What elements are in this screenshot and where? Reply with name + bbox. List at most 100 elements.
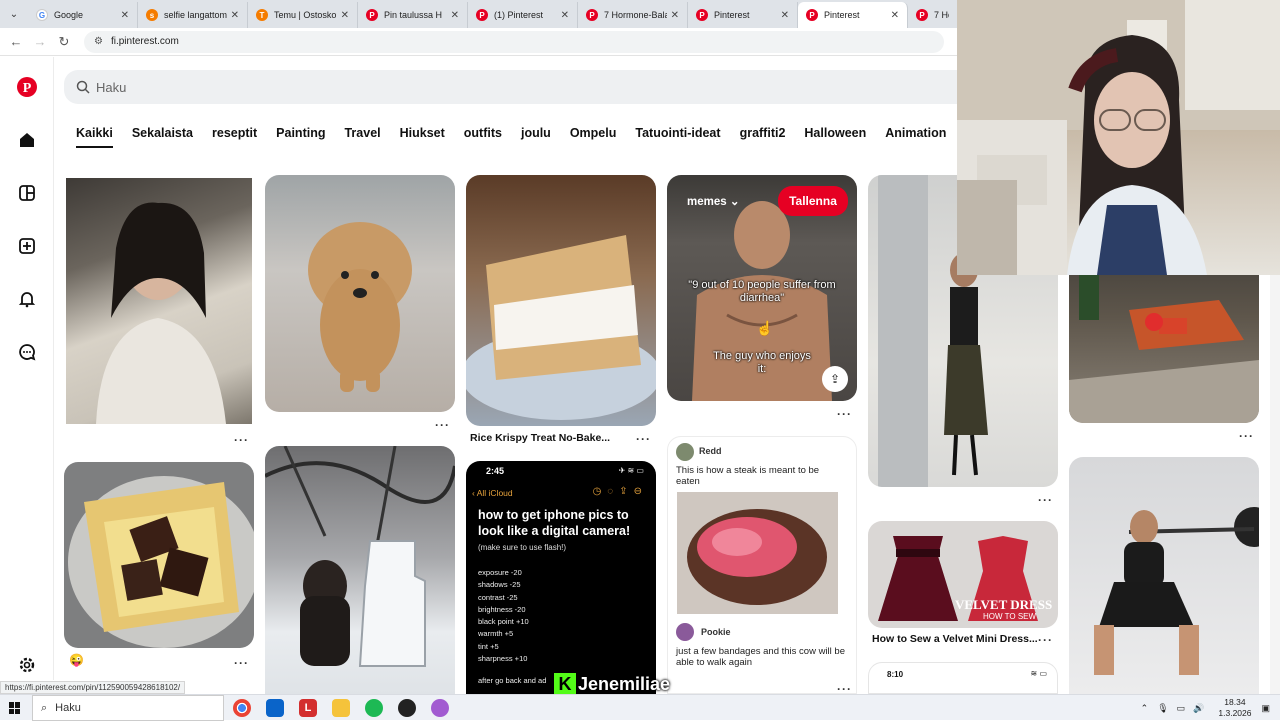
board-tab[interactable]: Painting — [276, 126, 325, 148]
meme-caption-bottom: The guy who enjoys it: — [713, 350, 811, 375]
pin-more-icon[interactable]: ··· — [837, 407, 852, 421]
obs-icon[interactable] — [398, 699, 416, 717]
file-explorer-icon[interactable] — [332, 699, 350, 717]
pin-more-icon[interactable]: ··· — [234, 433, 249, 447]
board-tab[interactable]: joulu — [521, 126, 551, 148]
messages-icon[interactable] — [15, 340, 39, 364]
tweet-username: Pookie — [701, 627, 731, 637]
setting-line: exposure -20 — [478, 568, 522, 577]
windows-start-icon[interactable] — [9, 702, 21, 714]
pin-more-icon[interactable]: ··· — [1239, 429, 1254, 443]
notifications-bell-icon[interactable] — [15, 287, 39, 311]
discord-icon[interactable] — [431, 699, 449, 717]
pin-meme[interactable]: memes ⌄ Tallenna "9 out of 10 people suf… — [667, 175, 857, 401]
url-field[interactable]: ⚙ fi.pinterest.com — [84, 30, 944, 53]
search-input[interactable] — [96, 79, 696, 95]
tab-close-icon[interactable]: ✕ — [781, 10, 789, 21]
pinterest-logo-icon[interactable]: P — [15, 75, 39, 99]
reload-icon[interactable]: ↻ — [52, 34, 76, 50]
pin-more-icon[interactable]: ··· — [1038, 493, 1053, 507]
tab-close-icon[interactable]: ✕ — [891, 10, 899, 21]
board-selector[interactable]: memes ⌄ — [687, 194, 739, 208]
create-icon[interactable] — [15, 234, 39, 258]
pin-chocolate-toast[interactable] — [64, 462, 254, 648]
board-tab[interactable]: Travel — [344, 126, 380, 148]
tray-overflow-icon[interactable]: ⌃ — [1141, 703, 1149, 714]
network-icon[interactable]: ▭ — [1177, 703, 1186, 714]
spotify-icon[interactable] — [365, 699, 383, 717]
tweet-reply-text: just a few bandages and this cow will be… — [676, 646, 845, 668]
pin-woman-sweater[interactable] — [66, 178, 252, 424]
site-settings-icon[interactable]: ⚙ — [94, 36, 103, 47]
notification-icon[interactable]: ▣ — [1261, 703, 1270, 714]
board-tab[interactable]: reseptit — [212, 126, 257, 148]
explore-icon[interactable] — [15, 181, 39, 205]
board-tab[interactable]: outfits — [464, 126, 502, 148]
pin-more-icon[interactable]: ··· — [435, 418, 450, 432]
pin-more-icon[interactable]: ··· — [636, 432, 651, 446]
mic-icon[interactable]: 🎙 — [1157, 703, 1168, 714]
save-button[interactable]: Tallenna — [778, 186, 848, 216]
tab-close-icon[interactable]: ✕ — [451, 10, 459, 21]
browser-tab[interactable]: P Pinterest ✕ — [798, 2, 908, 28]
browser-tab[interactable]: s selfie langattoma ✕ — [138, 2, 248, 28]
tab-close-icon[interactable]: ✕ — [561, 10, 569, 21]
pin-fitness-squat[interactable] — [1069, 457, 1259, 694]
app-l-icon[interactable]: L — [299, 699, 317, 717]
board-tab[interactable]: Animation — [885, 126, 946, 148]
setting-line: shadows -25 — [478, 580, 521, 590]
board-tab[interactable]: Sekalaista — [132, 126, 193, 148]
home-icon[interactable] — [15, 128, 39, 152]
url-text: fi.pinterest.com — [110, 36, 179, 47]
pin-velvet-dress[interactable]: VELVET DRESS HOW TO SEW — [868, 521, 1058, 628]
board-tab[interactable]: Kaikki — [76, 126, 113, 148]
pin-steak-tweet[interactable]: Redd This is how a steak is meant to be … — [667, 436, 857, 694]
pin-phone-screenshot[interactable]: 8:10 ≋ ▭ — [868, 662, 1058, 694]
back-icon[interactable]: ← — [4, 34, 28, 49]
board-tab[interactable]: graffiti2 — [740, 126, 786, 148]
phone-time: 8:10 — [887, 670, 904, 679]
browser-tab[interactable]: P Pin taulussa H ✕ — [358, 2, 468, 28]
pin-overlay-subtext: HOW TO SEW — [983, 612, 1037, 621]
browser-tab[interactable]: P Pinterest ✕ — [688, 2, 798, 28]
clock[interactable]: 18.34 1.3.2026 — [1218, 697, 1251, 719]
browser-tab[interactable]: P 7 Hormone-Balan ✕ — [578, 2, 688, 28]
search-bar[interactable] — [64, 70, 957, 104]
settings-gear-icon[interactable] — [15, 653, 39, 677]
browser-tab[interactable]: P (1) Pinterest ✕ — [468, 2, 578, 28]
board-tab[interactable]: Hiukset — [400, 126, 445, 148]
board-tab[interactable]: Halloween — [804, 126, 866, 148]
pin-snow-sculpture[interactable] — [265, 446, 455, 694]
tab-close-icon[interactable]: ✕ — [121, 10, 129, 21]
pin-iphone-tips[interactable]: 2:45 ✈ ≋ ▭ ‹ All iCloud ◷◌⇪⊖ how to get … — [466, 461, 656, 694]
pin-image — [96, 202, 226, 424]
pin-image — [308, 222, 412, 392]
browser-tab[interactable]: P 7 Horm — [908, 2, 958, 28]
tab-close-icon[interactable]: ✕ — [671, 10, 679, 21]
share-icon[interactable]: ⇪ — [822, 366, 848, 392]
board-tab[interactable]: Tatuointi-ideat — [635, 126, 720, 148]
browser-tab[interactable]: G Google ✕ — [28, 2, 138, 28]
pin-more-icon[interactable]: ··· — [1038, 633, 1053, 647]
board-tab[interactable]: Ompelu — [570, 126, 617, 148]
outlook-icon[interactable] — [266, 699, 284, 717]
page-scrollbar[interactable] — [1270, 275, 1280, 694]
pin-title[interactable]: Rice Krispy Treat No-Bake... — [470, 432, 610, 444]
tab-close-icon[interactable]: ✕ — [231, 10, 239, 21]
edit-settings-list: exposure -20 shadows -25 contrast -25 brigh… — [478, 567, 529, 665]
pin-fluffy-puppy[interactable] — [265, 175, 455, 412]
taskbar-search[interactable]: ⌕ Haku — [32, 695, 224, 721]
tab-favicon-icon: P — [476, 9, 488, 21]
clock-date: 1.3.2026 — [1218, 708, 1252, 718]
chrome-icon[interactable] — [233, 699, 251, 717]
setting-line: warmth +5 — [478, 629, 514, 639]
forward-icon[interactable]: → — [28, 34, 52, 49]
pin-more-icon[interactable]: ··· — [234, 656, 249, 670]
tab-search-icon[interactable]: ⌄ — [0, 0, 28, 28]
browser-tab[interactable]: T Temu | Ostoskori ✕ — [248, 2, 358, 28]
pin-rice-krispy-treat[interactable] — [466, 175, 656, 426]
volume-icon[interactable]: 🔊 — [1193, 703, 1204, 714]
steak-photo — [677, 492, 838, 614]
tab-close-icon[interactable]: ✕ — [341, 10, 349, 21]
pin-title[interactable]: How to Sew a Velvet Mini Dress... — [872, 633, 1038, 645]
